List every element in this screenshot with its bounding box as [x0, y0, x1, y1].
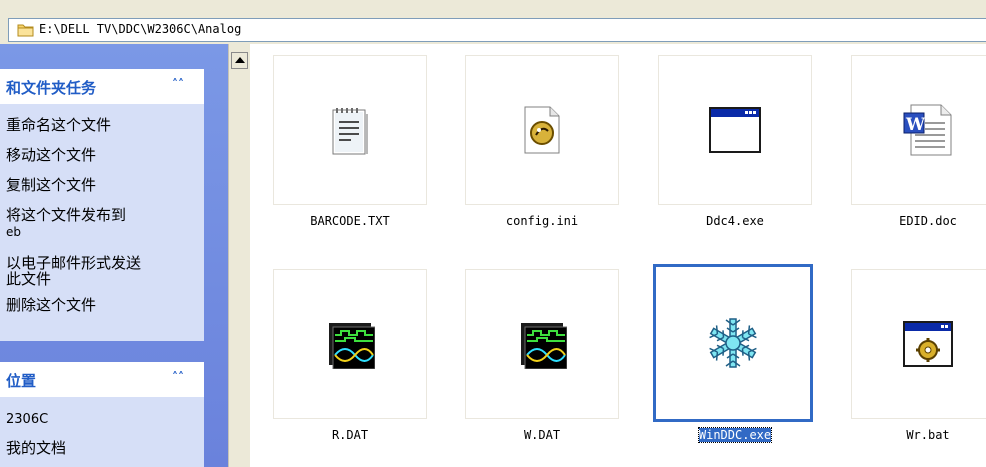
collapse-icon[interactable]: ˄˄: [172, 77, 184, 91]
file-tile[interactable]: [273, 269, 427, 419]
task-email-link[interactable]: 以电子邮件形式发送: [6, 255, 141, 271]
snowflake-icon: [709, 318, 757, 368]
application-window-icon: [709, 107, 761, 153]
file-view: W BARCODE.TXT config.ini Ddc4.exe EDID.d…: [250, 44, 986, 467]
places-panel-header[interactable]: 位置 ˄˄: [0, 362, 204, 398]
address-bar: E:\DELL TV\DDC\W2306C\Analog: [0, 0, 986, 44]
config-file-icon: [524, 106, 560, 154]
file-name-selected[interactable]: WinDDC.exe: [645, 427, 825, 443]
batch-file-gear-icon: [903, 321, 953, 367]
data-wave-icon: [521, 323, 567, 369]
file-name[interactable]: EDID.doc: [838, 214, 986, 228]
task-copy-link[interactable]: 复制这个文件: [6, 177, 96, 193]
file-name[interactable]: config.ini: [452, 214, 632, 228]
file-tile[interactable]: [465, 269, 619, 419]
task-rename-link[interactable]: 重命名这个文件: [6, 117, 111, 133]
file-tile[interactable]: [658, 55, 812, 205]
collapse-icon[interactable]: ˄˄: [172, 370, 184, 384]
vertical-scrollbar[interactable]: [228, 44, 251, 467]
scroll-up-button[interactable]: [231, 52, 248, 69]
task-pane: 和文件夹任务 ˄˄ 重命名这个文件 移动这个文件 复制这个文件 将这个文件发布到…: [0, 44, 228, 467]
task-email-link-cont[interactable]: 此文件: [6, 271, 51, 287]
address-field[interactable]: E:\DELL TV\DDC\W2306C\Analog: [8, 18, 986, 42]
tasks-panel-header[interactable]: 和文件夹任务 ˄˄: [0, 69, 204, 105]
place-my-documents-link[interactable]: 我的文档: [6, 440, 66, 456]
places-panel-body: 2306C 我的文档: [0, 398, 204, 467]
file-name[interactable]: BARCODE.TXT: [260, 214, 440, 228]
svg-text:W: W: [905, 115, 926, 135]
file-tile-selected[interactable]: [653, 264, 813, 422]
file-tile[interactable]: W: [851, 55, 986, 205]
file-name[interactable]: Ddc4.exe: [645, 214, 825, 228]
file-tile[interactable]: [273, 55, 427, 205]
task-publish-link-cont[interactable]: eb: [6, 224, 21, 240]
word-document-icon: W: [903, 104, 952, 156]
file-name[interactable]: Wr.bat: [838, 428, 986, 442]
tasks-panel-body: 重命名这个文件 移动这个文件 复制这个文件 将这个文件发布到 eb 以电子邮件形…: [0, 105, 204, 341]
file-tile[interactable]: [465, 55, 619, 205]
task-delete-link[interactable]: 删除这个文件: [6, 297, 96, 313]
data-wave-icon: [329, 323, 375, 369]
task-move-link[interactable]: 移动这个文件: [6, 147, 96, 163]
task-publish-link[interactable]: 将这个文件发布到: [6, 207, 126, 223]
place-folder-link[interactable]: 2306C: [6, 412, 48, 428]
text-file-icon: [332, 108, 368, 155]
file-name[interactable]: W.DAT: [452, 428, 632, 442]
file-name[interactable]: R.DAT: [260, 428, 440, 442]
tasks-panel-title: 和文件夹任务: [6, 79, 97, 97]
places-panel-title: 位置: [6, 372, 37, 390]
address-path: E:\DELL TV\DDC\W2306C\Analog: [39, 22, 242, 36]
file-tile[interactable]: [851, 269, 986, 419]
folder-icon: [17, 24, 34, 37]
